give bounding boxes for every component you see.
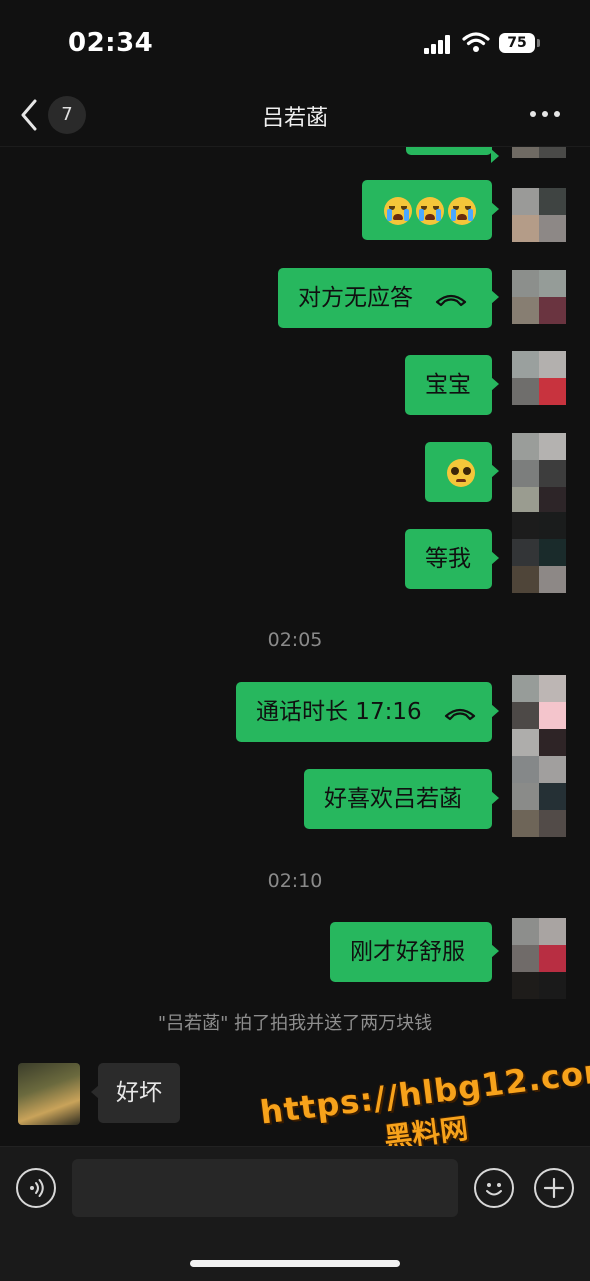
message-bubble-incoming[interactable]: 好坏 xyxy=(91,1063,180,1123)
message-text: 等我 xyxy=(425,546,471,572)
message-bubble-text[interactable]: 刚才好舒服 xyxy=(330,922,499,982)
message-bubble-emoji[interactable] xyxy=(362,180,499,241)
own-avatar-pixelated[interactable] xyxy=(512,147,566,158)
message-text: 刚才好舒服 xyxy=(350,939,465,965)
wifi-icon xyxy=(462,32,490,52)
message-bubble-call[interactable]: 通话时长 17:16 xyxy=(236,682,499,742)
battery-level: 75 xyxy=(507,35,527,51)
battery-tip xyxy=(537,39,540,47)
signal-bars-icon xyxy=(424,34,454,54)
more-dots-icon[interactable] xyxy=(530,106,564,122)
battery-icon: 75 xyxy=(499,33,535,53)
message-text: 好坏 xyxy=(116,1080,162,1106)
message-bubble-text[interactable]: 好喜欢吕若菡 xyxy=(304,769,499,829)
emoji-icon[interactable] xyxy=(474,1168,514,1208)
own-avatar-pixelated[interactable] xyxy=(512,270,566,324)
own-avatar-pixelated[interactable] xyxy=(512,756,566,837)
message-text-input[interactable] xyxy=(72,1159,458,1217)
own-avatar-pixelated[interactable] xyxy=(512,351,566,405)
message-text: 好喜欢吕若菡 xyxy=(324,786,462,812)
own-avatar-pixelated[interactable] xyxy=(512,433,566,514)
message-text: 通话时长 17:16 xyxy=(256,699,422,725)
message-bubble-partial[interactable] xyxy=(406,147,499,163)
message-text: 对方无应答 xyxy=(298,285,413,311)
message-bubble-text[interactable]: 宝宝 xyxy=(405,355,499,415)
message-timestamp: 02:05 xyxy=(267,629,323,651)
chat-message-list[interactable]: 对方无应答 宝宝 等我 02:05 通话时长 17:16 好喜欢吕若菡 02:1… xyxy=(0,147,590,1147)
own-avatar-pixelated[interactable] xyxy=(512,675,566,756)
status-time: 02:34 xyxy=(68,28,154,58)
message-bubble-text[interactable]: 等我 xyxy=(405,529,499,589)
plus-icon[interactable] xyxy=(534,1168,574,1208)
phone-hangup-icon xyxy=(436,294,467,306)
phone-hangup-icon xyxy=(444,708,476,720)
chat-title: 吕若菡 xyxy=(261,106,328,131)
pat-system-message: "吕若菡" 拍了拍我并送了两万块钱 xyxy=(157,1013,433,1034)
message-bubble-emoji[interactable] xyxy=(425,442,499,502)
pleading-face-emoji xyxy=(447,458,475,487)
crying-face-emoji xyxy=(382,181,478,241)
home-indicator[interactable] xyxy=(190,1260,400,1267)
message-bubble-call[interactable]: 对方无应答 xyxy=(278,268,499,328)
nav-bar: 7 吕若菡 xyxy=(0,84,590,147)
message-timestamp: 02:10 xyxy=(267,870,323,892)
own-avatar-pixelated[interactable] xyxy=(512,918,566,999)
voice-input-icon[interactable] xyxy=(16,1168,56,1208)
status-bar: 02:34 75 xyxy=(0,0,590,84)
own-avatar-pixelated[interactable] xyxy=(512,512,566,593)
contact-avatar[interactable] xyxy=(18,1063,80,1125)
message-text: 宝宝 xyxy=(425,372,471,398)
own-avatar-pixelated[interactable] xyxy=(512,188,566,242)
